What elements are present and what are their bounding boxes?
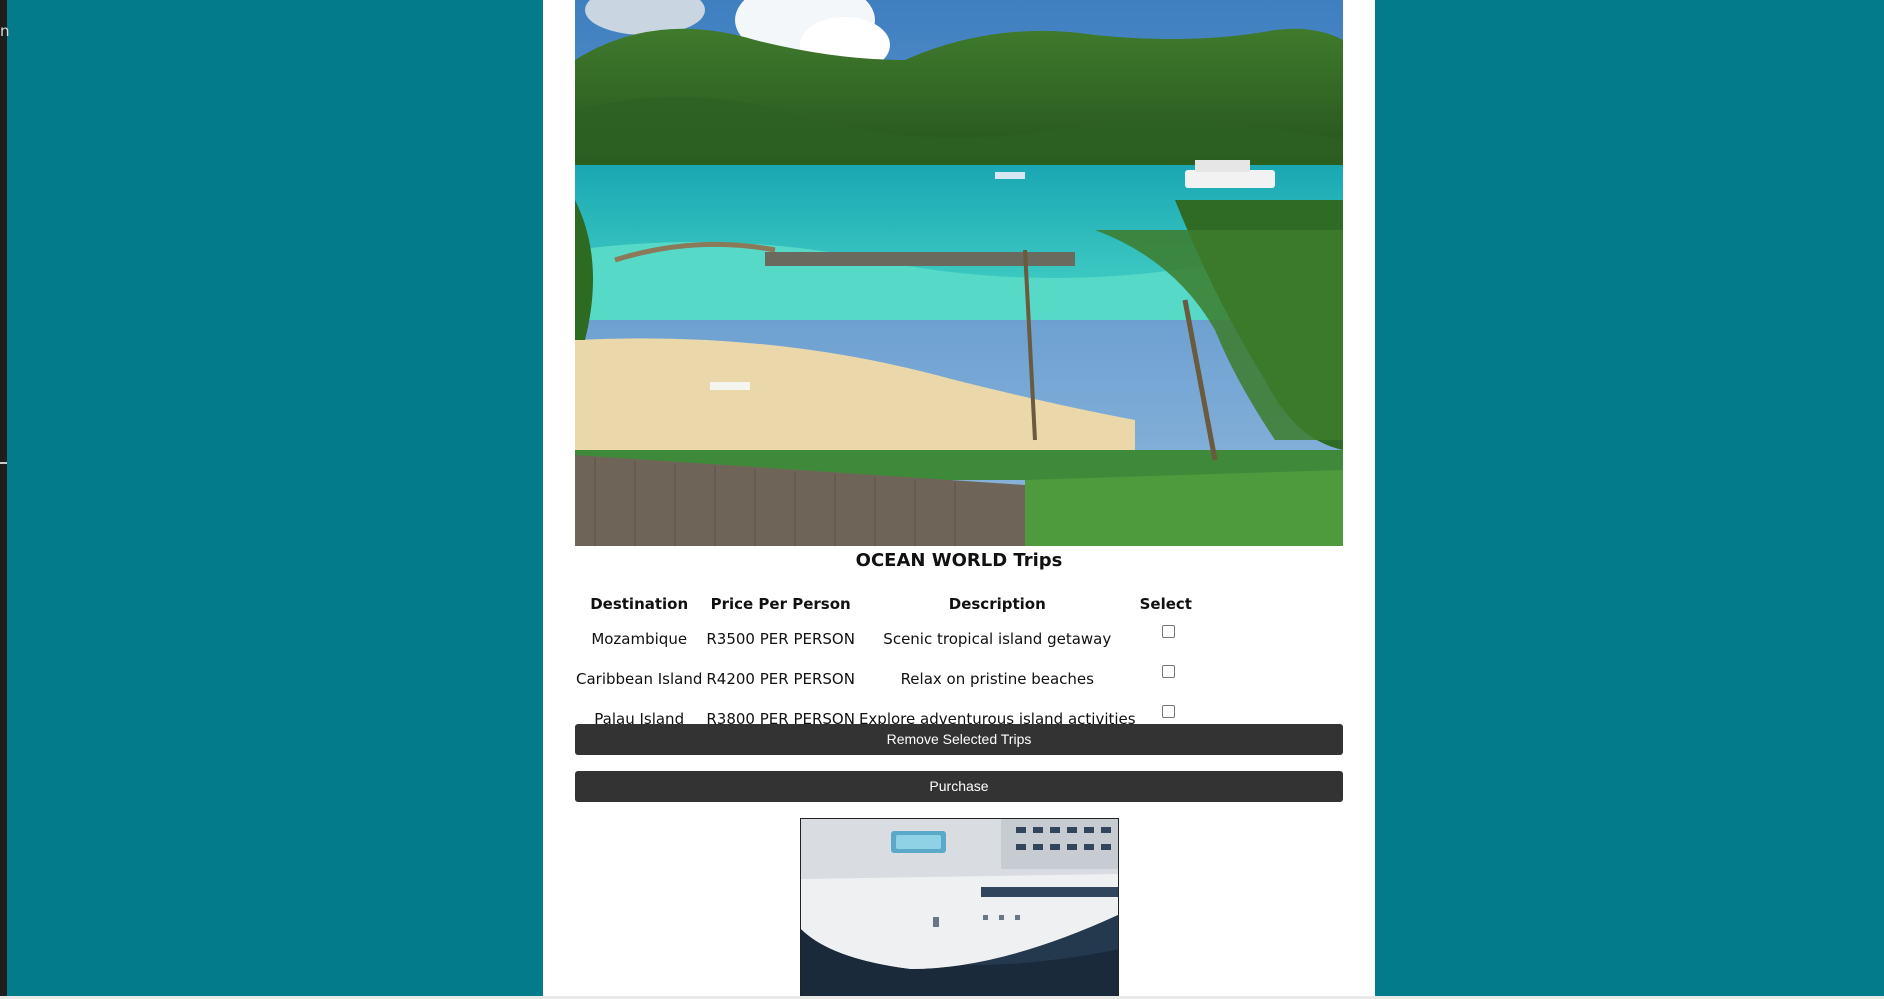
left-window-edge: n (0, 0, 10, 999)
select-checkbox[interactable] (1162, 705, 1176, 718)
select-checkbox[interactable] (1162, 665, 1176, 678)
column-header-description: Description (948, 595, 1046, 613)
cell-select (1139, 620, 1193, 658)
cell-price: R4200 PER PERSON (706, 670, 855, 688)
table-header-row: Destination Price Per Person Description… (575, 590, 1193, 618)
cell-description: Scenic tropical island getaway (883, 630, 1112, 648)
page-container: OCEAN WORLD Trips Destination Price Per … (543, 0, 1375, 996)
cell-select (1139, 660, 1193, 698)
cruise-ship-image (800, 818, 1119, 996)
cell-description: Relax on pristine beaches (900, 670, 1094, 688)
edge-glyph: n (0, 22, 10, 40)
table-row: Caribbean Island R4200 PER PERSON Relax … (575, 660, 1193, 698)
cell-destination: Mozambique (591, 630, 688, 648)
remove-selected-trips-button[interactable]: Remove Selected Trips (575, 724, 1343, 755)
cell-destination: Caribbean Island (576, 670, 703, 688)
edge-mark (0, 462, 7, 464)
trips-title: OCEAN WORLD Trips (855, 550, 1063, 571)
column-header-destination: Destination (590, 595, 689, 613)
column-header-select: Select (1139, 595, 1192, 613)
select-checkbox[interactable] (1162, 625, 1176, 638)
hero-island-image (575, 0, 1343, 546)
cell-price: R3500 PER PERSON (706, 630, 855, 648)
purchase-button[interactable]: Purchase (575, 771, 1343, 802)
column-header-price: Price Per Person (710, 595, 851, 613)
trips-table: Destination Price Per Person Description… (573, 588, 1195, 740)
table-row: Mozambique R3500 PER PERSON Scenic tropi… (575, 620, 1193, 658)
